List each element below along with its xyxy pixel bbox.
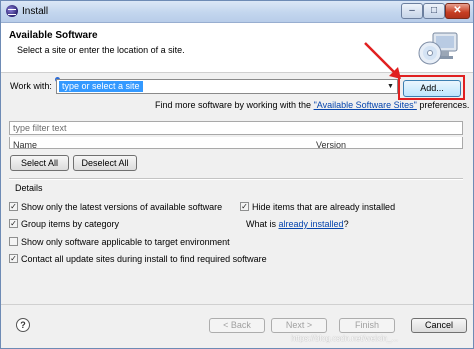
eclipse-icon bbox=[6, 5, 18, 17]
work-with-value: type or select a site bbox=[59, 81, 143, 92]
group-by-category-checkbox[interactable]: ✓ bbox=[9, 219, 18, 228]
finish-button[interactable]: Finish bbox=[339, 318, 395, 333]
latest-versions-checkbox[interactable]: ✓ bbox=[9, 202, 18, 211]
work-with-label: Work with: bbox=[10, 81, 52, 91]
hide-installed-checkbox[interactable]: ✓ bbox=[240, 202, 249, 211]
find-more-text: Find more software by working with the "… bbox=[155, 100, 469, 110]
install-cd-icon bbox=[418, 32, 458, 65]
what-is-prefix: What is bbox=[246, 219, 279, 229]
contact-sites-label: Contact all update sites during install … bbox=[21, 254, 267, 264]
find-more-suffix: preferences. bbox=[416, 100, 470, 110]
software-tree[interactable]: Name Version bbox=[9, 137, 463, 149]
details-separator bbox=[9, 178, 463, 180]
column-version[interactable]: Version bbox=[316, 140, 346, 148]
next-button[interactable]: Next > bbox=[271, 318, 327, 333]
column-name[interactable]: Name bbox=[13, 140, 37, 148]
footer-separator bbox=[1, 304, 473, 305]
install-dialog: Install – □ ✕ Available Software Select … bbox=[0, 0, 474, 349]
deselect-all-button[interactable]: Deselect All bbox=[73, 155, 137, 171]
maximize-button[interactable]: □ bbox=[423, 3, 445, 19]
group-by-category-label: Group items by category bbox=[21, 219, 120, 229]
help-icon[interactable]: ? bbox=[16, 318, 30, 332]
hide-installed-label: Hide items that are already installed bbox=[252, 202, 396, 212]
work-with-combo[interactable]: type or select a site ▼ bbox=[56, 79, 398, 94]
filter-input[interactable]: type filter text bbox=[9, 121, 463, 135]
page-title: Available Software bbox=[9, 30, 98, 41]
what-is-installed-text: What is already installed? bbox=[246, 219, 349, 229]
cancel-button[interactable]: Cancel bbox=[411, 318, 467, 333]
target-env-label: Show only software applicable to target … bbox=[21, 237, 230, 247]
what-is-suffix: ? bbox=[343, 219, 349, 229]
close-button[interactable]: ✕ bbox=[445, 3, 470, 19]
select-all-button[interactable]: Select All bbox=[10, 155, 69, 171]
contact-sites-checkbox[interactable]: ✓ bbox=[9, 254, 18, 263]
find-more-prefix: Find more software by working with the bbox=[155, 100, 314, 110]
page-subtitle: Select a site or enter the location of a… bbox=[17, 45, 185, 55]
back-button[interactable]: < Back bbox=[209, 318, 265, 333]
available-software-sites-link[interactable]: "Available Software Sites" bbox=[314, 100, 417, 110]
target-env-checkbox[interactable] bbox=[9, 237, 18, 246]
watermark-text: https://blog.csdn.net/weixin_... bbox=[291, 334, 399, 343]
already-installed-link[interactable]: already installed bbox=[279, 219, 344, 229]
window-title: Install bbox=[22, 6, 49, 17]
add-site-button[interactable]: Add... bbox=[403, 80, 461, 97]
details-label: Details bbox=[15, 183, 43, 193]
minimize-button[interactable]: – bbox=[401, 3, 423, 19]
title-bar: Install – □ ✕ bbox=[1, 1, 473, 23]
latest-versions-label: Show only the latest versions of availab… bbox=[21, 202, 223, 212]
